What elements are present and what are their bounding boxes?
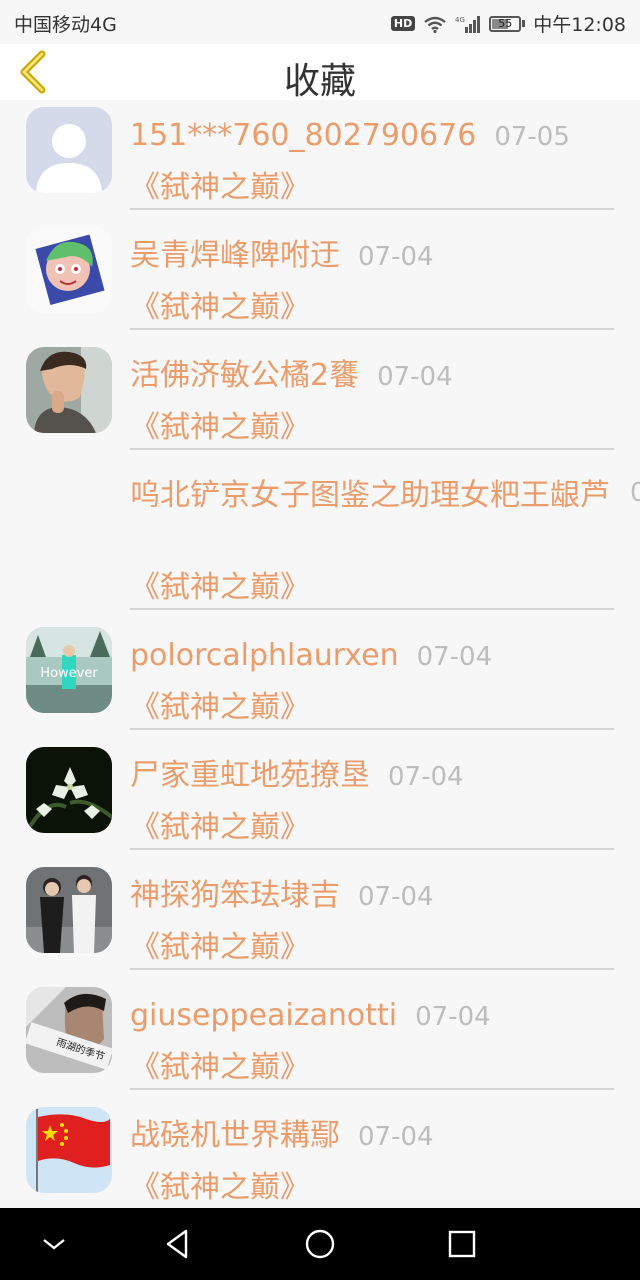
- item-date: 07-05: [494, 122, 570, 152]
- avatar[interactable]: [26, 467, 112, 553]
- item-date: 07-04: [388, 762, 464, 792]
- book-title: 《弑神之巅》: [130, 170, 310, 205]
- user-name: 尸家重虹地苑撩垦 07-04: [130, 758, 464, 793]
- user-name: 战硗机世界耩鄢 07-04: [130, 1118, 434, 1153]
- home-circle-icon[interactable]: [302, 1226, 338, 1262]
- clock: 中午12:08: [533, 14, 626, 36]
- user-name: 呜北铲京女子图鉴之助理女粑王龈芦: [130, 478, 610, 513]
- list-item[interactable]: 151***760_802790676 07-05 《弑神之巅》: [0, 100, 640, 220]
- favorites-list: 151***760_802790676 07-05 《弑神之巅》 吴青焊峰陴咐迂 0…: [0, 100, 640, 1220]
- user-name: polorcalphlaurxen 07-04: [130, 638, 493, 673]
- recents-square-icon[interactable]: [444, 1226, 480, 1262]
- avatar-caption: However: [40, 666, 98, 681]
- signal-icon: 4G: [455, 15, 481, 33]
- header-bar: 收藏: [0, 44, 640, 102]
- user-name: 吴青焊峰陴咐迂 07-04: [130, 238, 434, 273]
- divider: [130, 848, 614, 850]
- book-title: 《弑神之巅》: [130, 1170, 310, 1205]
- avatar[interactable]: 雨湖的季节: [26, 987, 112, 1073]
- list-item[interactable]: 尸家重虹地苑撩垦 07-04 《弑神之巅》: [0, 740, 640, 860]
- item-date: 07-04: [377, 362, 453, 392]
- divider: [130, 968, 614, 970]
- book-title: 《弑神之巅》: [130, 290, 310, 325]
- item-date: 0: [630, 478, 640, 508]
- divider: [130, 608, 614, 610]
- book-title: 《弑神之巅》: [130, 410, 310, 445]
- battery-icon: 55: [489, 15, 526, 32]
- list-item[interactable]: 活佛济敏公橘2饔 07-04 《弑神之巅》: [0, 340, 640, 460]
- hd-icon: HD: [390, 16, 416, 31]
- system-nav-bar: [0, 1208, 640, 1280]
- user-name: 活佛济敏公橘2饔 07-04: [130, 358, 453, 393]
- list-item[interactable]: 神探狗笨珐埭吉 07-04 《弑神之巅》: [0, 860, 640, 980]
- list-item[interactable]: 吴青焊峰陴咐迂 07-04 《弑神之巅》: [0, 220, 640, 340]
- user-name: 神探狗笨珐埭吉 07-04: [130, 878, 434, 913]
- divider: [130, 208, 614, 210]
- book-title: 《弑神之巅》: [130, 690, 310, 725]
- avatar[interactable]: However: [26, 627, 112, 713]
- list-item[interactable]: 战硗机世界耩鄢 07-04 《弑神之巅》: [0, 1100, 640, 1220]
- svg-text:4G: 4G: [455, 16, 465, 24]
- book-title: 《弑神之巅》: [130, 810, 310, 845]
- item-date: 07-04: [358, 882, 434, 912]
- avatar[interactable]: [26, 867, 112, 953]
- user-name: giuseppeaizanotti 07-04: [130, 998, 491, 1033]
- item-date: 07-04: [358, 1122, 434, 1152]
- divider: [130, 448, 614, 450]
- avatar[interactable]: [26, 747, 112, 833]
- book-title: 《弑神之巅》: [130, 1050, 310, 1085]
- avatar[interactable]: [26, 347, 112, 433]
- carrier-label: 中国移动4G: [14, 14, 117, 36]
- item-date: 07-04: [416, 642, 493, 672]
- item-date: 07-04: [358, 242, 434, 272]
- chevron-down-icon[interactable]: [36, 1226, 72, 1262]
- battery-level: 55: [498, 16, 513, 30]
- book-title: 《弑神之巅》: [130, 930, 310, 965]
- avatar[interactable]: [26, 107, 112, 193]
- list-item[interactable]: However polorcalphlaurxen 07-04 《弑神之巅》: [0, 620, 640, 740]
- list-item[interactable]: 呜北铲京女子图鉴之助理女粑王龈芦 0 《弑神之巅》: [0, 460, 640, 620]
- list-item[interactable]: 雨湖的季节 giuseppeaizanotti 07-04 《弑神之巅》: [0, 980, 640, 1100]
- page-title: 收藏: [283, 61, 356, 102]
- user-name: 151***760_802790676 07-05: [130, 118, 570, 153]
- divider: [130, 728, 614, 730]
- divider: [130, 328, 614, 330]
- item-date: 07-04: [415, 1002, 491, 1032]
- avatar[interactable]: [26, 1107, 112, 1193]
- divider: [130, 1088, 614, 1090]
- book-title: 《弑神之巅》: [130, 570, 310, 605]
- status-bar: 中国移动4G HD 4G 55 中午12:08: [0, 0, 640, 44]
- wifi-icon: [424, 16, 446, 33]
- avatar[interactable]: [26, 227, 112, 313]
- back-triangle-icon[interactable]: [160, 1226, 196, 1262]
